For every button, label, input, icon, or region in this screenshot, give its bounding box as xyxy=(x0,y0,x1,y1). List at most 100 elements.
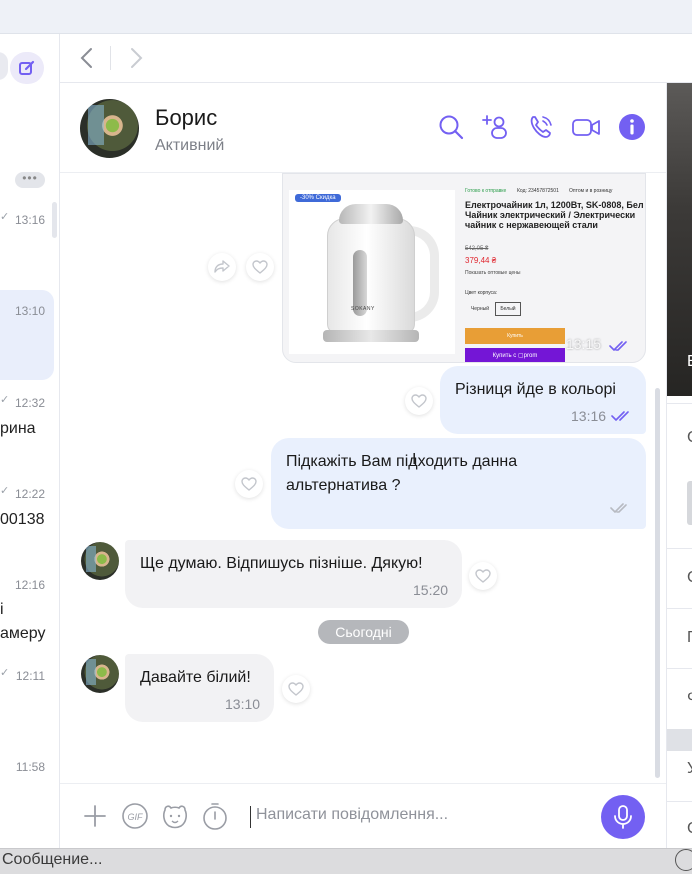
like-button[interactable] xyxy=(282,675,310,703)
like-button[interactable] xyxy=(405,387,433,415)
color-label: Цвет корпуса: xyxy=(465,290,498,296)
more-options-button[interactable]: ••• xyxy=(15,172,45,188)
message-list: -30% Скидка SOKANY Готово к отправке Код… xyxy=(60,173,666,783)
date-separator: Сьогодні xyxy=(318,620,409,644)
like-button[interactable] xyxy=(469,562,497,590)
chat-list-item-preview: 00138 xyxy=(0,511,45,528)
incoming-message[interactable]: Давайте білий! 13:10 xyxy=(125,654,274,722)
chat-list-item-time: 12:22 xyxy=(14,487,45,501)
panel-section-gap xyxy=(667,729,692,751)
forward-arrow-icon[interactable] xyxy=(126,46,146,70)
panel-item-label[interactable]: П xyxy=(687,629,692,647)
panel-divider xyxy=(667,801,692,802)
chat-list-scrollbar[interactable] xyxy=(52,202,57,238)
panel-item-label[interactable]: У xyxy=(687,760,692,778)
read-check-icon: ✓ xyxy=(0,667,10,679)
chat-list-item-time: 11:58 xyxy=(15,760,45,774)
message-text: Підкажіть Вам підходить данна альтернати… xyxy=(286,453,518,494)
compose-icon xyxy=(19,60,35,75)
like-button[interactable] xyxy=(246,253,274,281)
chat-list: ••• ✓ 13:16 13:10 ✓ 12:32 рина ✓ 12:22 0… xyxy=(0,34,60,848)
discount-badge: -30% Скидка xyxy=(295,194,341,202)
message-time: 13:10 xyxy=(225,696,261,712)
chat-list-item-preview: рина xyxy=(0,420,36,437)
background-window-strip: Сообщение... xyxy=(0,848,692,874)
sender-avatar[interactable] xyxy=(81,542,119,580)
outgoing-message[interactable]: Підкажіть Вам підходить данна альтернати… xyxy=(271,438,646,529)
sticker-icon[interactable] xyxy=(161,802,189,830)
sender-avatar[interactable] xyxy=(81,655,119,693)
message-scrollbar[interactable] xyxy=(655,388,660,778)
chat-list-item-time: 12:11 xyxy=(15,669,45,683)
prom-button-image: Купить с ▢prom xyxy=(465,348,565,362)
mouse-text-cursor-icon: I xyxy=(412,451,417,468)
panel-item-label[interactable]: С xyxy=(687,820,692,838)
panel-divider xyxy=(667,548,692,549)
panel-item-label[interactable]: С xyxy=(687,569,692,587)
message-text: Ще думаю. Відпишусь пізніше. Дякую! xyxy=(140,555,423,572)
panel-divider xyxy=(667,668,692,669)
color-option-black: Черный xyxy=(470,306,490,312)
call-icon[interactable] xyxy=(527,113,555,141)
chat-list-item-time: 13:10 xyxy=(14,304,45,318)
outgoing-message[interactable]: Різниця йде в кольорі 13:16 xyxy=(440,366,646,434)
product-code: Код: 23457872501 xyxy=(517,188,559,194)
kettle-brand: SOKANY xyxy=(351,306,375,312)
wholesale-prices-link: Показать оптовые цены xyxy=(465,270,521,276)
contact-status: Активний xyxy=(155,137,225,154)
panel-divider xyxy=(667,403,692,404)
background-message-input: Сообщение... xyxy=(2,851,103,868)
heart-icon xyxy=(411,394,427,408)
message-composer: GIF Написати повідомлення... xyxy=(60,783,666,848)
heart-icon xyxy=(475,569,491,583)
nav-divider xyxy=(110,46,111,70)
chat-list-filter-button[interactable] xyxy=(0,52,8,80)
plus-icon[interactable] xyxy=(81,802,109,830)
read-check-icon: ✓ xyxy=(0,211,10,223)
chat-header: Борис Активний xyxy=(60,83,666,173)
contact-photo[interactable] xyxy=(667,83,692,396)
video-call-icon[interactable] xyxy=(572,113,600,141)
forward-icon xyxy=(214,260,230,273)
read-check-icon: ✓ xyxy=(0,394,10,406)
chat-list-item-time: 13:16 xyxy=(14,213,45,227)
color-option-white: Белый xyxy=(495,302,521,316)
search-icon[interactable] xyxy=(437,113,465,141)
chat-list-item-preview: амеру xyxy=(0,625,46,642)
heart-icon xyxy=(252,260,268,274)
incoming-message[interactable]: Ще думаю. Відпишусь пізніше. Дякую! 15:2… xyxy=(125,540,462,608)
availability-text: Готово к отправке xyxy=(465,188,507,194)
forward-button[interactable] xyxy=(208,253,236,281)
message-time: 13:16 xyxy=(571,408,607,424)
media-thumbnail[interactable] xyxy=(687,481,692,525)
product-title: Електрочайник 1л, 1200Вт, SK-0808, Бел /… xyxy=(465,200,646,230)
back-arrow-icon[interactable] xyxy=(77,46,97,70)
image-message[interactable]: -30% Скидка SOKANY Готово к отправке Код… xyxy=(282,173,646,363)
gif-icon[interactable]: GIF xyxy=(121,802,149,830)
voice-message-button[interactable] xyxy=(601,795,645,839)
wholesale-text: Оптом и в розницу xyxy=(569,188,613,194)
message-input[interactable]: Написати повідомлення... xyxy=(256,806,448,824)
navigation-bar xyxy=(60,34,692,83)
contact-photo-caption: Е xyxy=(687,353,692,371)
contact-name[interactable]: Борис xyxy=(155,105,217,131)
read-check-icon: ✓ xyxy=(0,485,10,497)
panel-item-label[interactable]: С xyxy=(687,429,692,447)
heart-icon xyxy=(288,682,304,696)
read-double-check-icon xyxy=(611,411,629,421)
timer-icon[interactable] xyxy=(201,802,229,830)
contact-info-panel: Е С С П Ф У С xyxy=(666,83,692,848)
read-double-check-icon xyxy=(609,341,627,351)
like-button[interactable] xyxy=(235,470,263,498)
chat-list-item-time: 12:16 xyxy=(14,578,45,592)
panel-item-label[interactable]: Ф xyxy=(687,689,692,707)
add-participant-icon[interactable] xyxy=(482,113,510,141)
kettle-body xyxy=(327,218,415,334)
message-text: Різниця йде в кольорі xyxy=(455,381,616,398)
contact-avatar[interactable] xyxy=(80,99,139,158)
product-price: 379,44 ₴ xyxy=(465,256,497,265)
info-icon[interactable] xyxy=(618,113,646,141)
kettle-base xyxy=(323,330,419,342)
compose-button[interactable] xyxy=(10,52,44,84)
text-caret xyxy=(250,806,251,828)
